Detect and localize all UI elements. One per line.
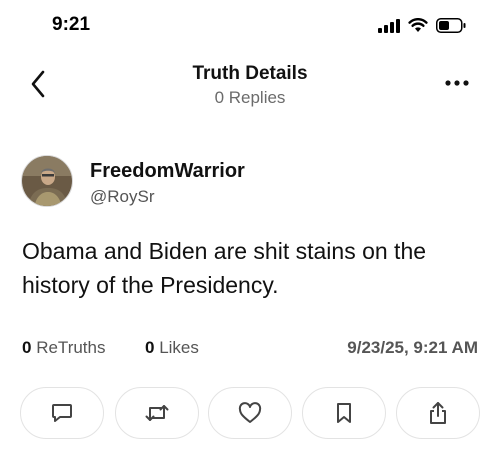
bookmark-button[interactable] — [302, 387, 386, 439]
post-text: Obama and Biden are shit stains on the h… — [22, 238, 427, 298]
more-options-button[interactable] — [440, 70, 474, 96]
truth-details-screen: 9:21 Truth Details 0 Replies FreedomWarr… — [0, 0, 500, 459]
page-title: Truth Details — [192, 63, 308, 84]
status-bar: 9:21 — [0, 0, 500, 56]
wifi-icon — [408, 18, 428, 32]
status-time: 9:21 — [52, 14, 91, 35]
reply-count: 0 Replies — [214, 88, 286, 107]
retruths-label: ReTruths — [36, 338, 106, 357]
post-timestamp: 9/23/25, 9:21 AM — [347, 338, 478, 357]
bookmark-icon — [337, 403, 351, 423]
like-button[interactable] — [208, 387, 292, 439]
like-icon — [238, 402, 262, 423]
avatar[interactable] — [21, 155, 73, 207]
share-button[interactable] — [396, 387, 480, 439]
retruths-count: 0 — [22, 338, 32, 357]
signal-icon — [378, 18, 400, 33]
avatar-image — [22, 156, 72, 206]
share-icon — [430, 402, 446, 424]
retruth-button[interactable] — [115, 387, 199, 439]
battery-icon — [436, 18, 466, 33]
more-horizontal-icon — [445, 80, 469, 86]
action-bar — [0, 387, 500, 439]
author-username[interactable]: @RoySr — [90, 187, 155, 207]
reply-button[interactable] — [20, 387, 104, 439]
retruths-stat[interactable]: 0 ReTruths — [22, 338, 105, 358]
header: Truth Details 0 Replies — [0, 56, 500, 114]
author-display-name[interactable]: FreedomWarrior — [90, 160, 245, 183]
likes-count: 0 — [145, 338, 155, 357]
reply-icon — [52, 404, 72, 422]
likes-stat[interactable]: 0 Likes — [145, 338, 199, 358]
post-stats: 0 ReTruths 0 Likes 9/23/25, 9:21 AM — [22, 338, 478, 362]
retruth-icon — [145, 405, 169, 421]
status-icons — [378, 18, 466, 33]
likes-label: Likes — [159, 338, 199, 357]
